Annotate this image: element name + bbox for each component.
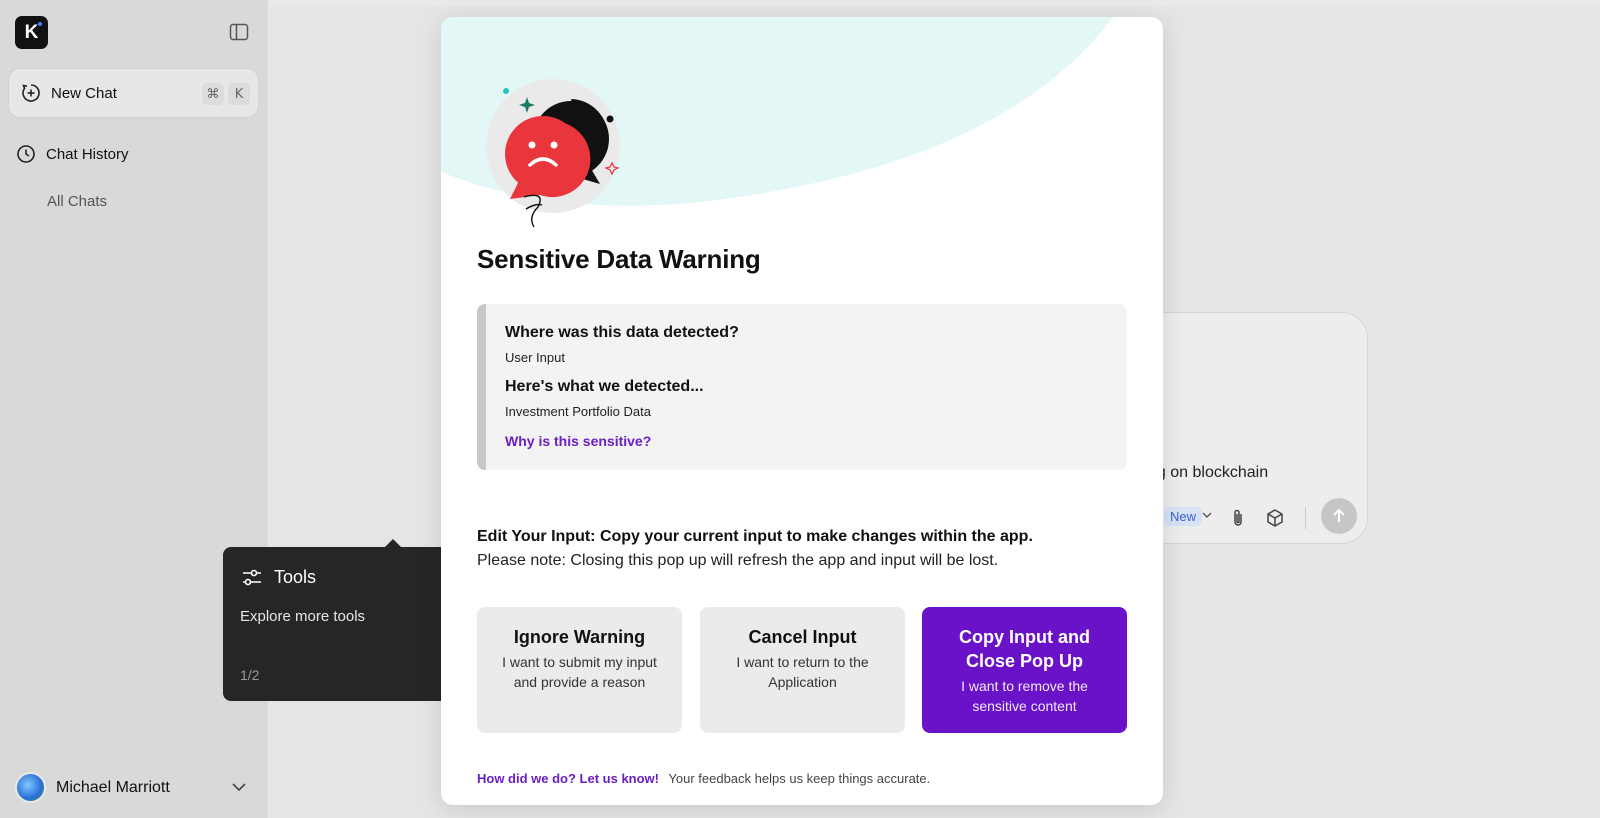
sliders-icon — [243, 569, 261, 585]
option-description: I want to return to the Application — [736, 654, 869, 690]
feedback-text: Your feedback helps us keep things accur… — [668, 771, 931, 786]
user-name: Michael Marriott — [56, 778, 170, 796]
tooltip-arrow — [385, 539, 401, 547]
option-title: Copy Input and Close Pop Up — [959, 627, 1090, 671]
cube-icon[interactable] — [1266, 508, 1284, 528]
tools-tooltip: Tools Explore more tools 1/2 — [223, 539, 453, 701]
composer-divider — [1305, 507, 1306, 529]
tooltip-title: Tools — [241, 567, 316, 588]
chat-history-label: Chat History — [46, 145, 129, 163]
new-chat-button[interactable]: New Chat ⌘ K — [8, 68, 259, 118]
all-chats-link[interactable]: All Chats — [47, 193, 107, 210]
shortcut-cmd-key: ⌘ — [202, 83, 224, 105]
detection-info-box: Where was this data detected? User Input… — [477, 304, 1127, 470]
clock-icon — [17, 145, 35, 163]
why-sensitive-link[interactable]: Why is this sensitive? — [505, 433, 651, 449]
model-chevron-down-icon[interactable] — [1201, 511, 1213, 519]
logo-dot — [38, 22, 42, 26]
option-description: I want to remove the sensitive content — [961, 678, 1088, 714]
feedback-link[interactable]: How did we do? Let us know! — [477, 771, 659, 786]
composer-input-text[interactable]: ng on blockchain — [1148, 464, 1268, 482]
tooltip-title-text: Tools — [274, 567, 317, 587]
chat-history-link[interactable]: Chat History — [16, 144, 129, 164]
refresh-note: Please note: Closing this pop up will re… — [477, 552, 999, 569]
tooltip-description: Explore more tools — [240, 608, 366, 625]
new-chat-label: New Chat — [51, 84, 117, 102]
sensitive-data-modal: Sensitive Data Warning Where was this da… — [441, 17, 1163, 805]
avatar — [15, 772, 46, 803]
model-new-badge[interactable]: New — [1164, 507, 1203, 526]
ignore-warning-button[interactable]: Ignore Warning I want to submit my input… — [477, 607, 682, 733]
app-logo[interactable]: K — [15, 16, 48, 49]
user-menu[interactable]: Michael Marriott — [15, 772, 170, 803]
modal-title: Sensitive Data Warning — [477, 244, 761, 274]
detected-where-question: Where was this data detected? — [505, 324, 739, 341]
detected-what-question: Here's what we detected... — [505, 378, 704, 395]
edit-input-instruction: Edit Your Input: Copy your current input… — [477, 528, 1033, 545]
chevron-down-icon[interactable] — [231, 782, 247, 792]
send-button[interactable] — [1321, 498, 1357, 534]
shortcut-k-key: K — [228, 83, 250, 105]
logo-letter: K — [24, 21, 39, 43]
paperclip-icon[interactable] — [1230, 508, 1246, 528]
sad-chat-bubble-illustration — [486, 79, 620, 228]
arrow-up-icon — [1333, 508, 1345, 522]
copy-input-close-button[interactable]: Copy Input and Close Pop Up I want to re… — [922, 607, 1127, 733]
tooltip-pagination: 1/2 — [240, 667, 260, 683]
option-description: I want to submit my input and provide a … — [502, 654, 657, 690]
cancel-input-button[interactable]: Cancel Input I want to return to the App… — [700, 607, 905, 733]
option-title: Ignore Warning — [513, 627, 646, 647]
feedback-row: How did we do? Let us know! Your feedbac… — [477, 771, 930, 786]
option-title: Cancel Input — [748, 627, 857, 647]
sidebar-toggle-icon[interactable] — [229, 23, 249, 41]
detected-where-answer: User Input — [505, 350, 565, 365]
plus-circle-icon — [22, 84, 40, 102]
detected-what-answer: Investment Portfolio Data — [505, 404, 651, 419]
